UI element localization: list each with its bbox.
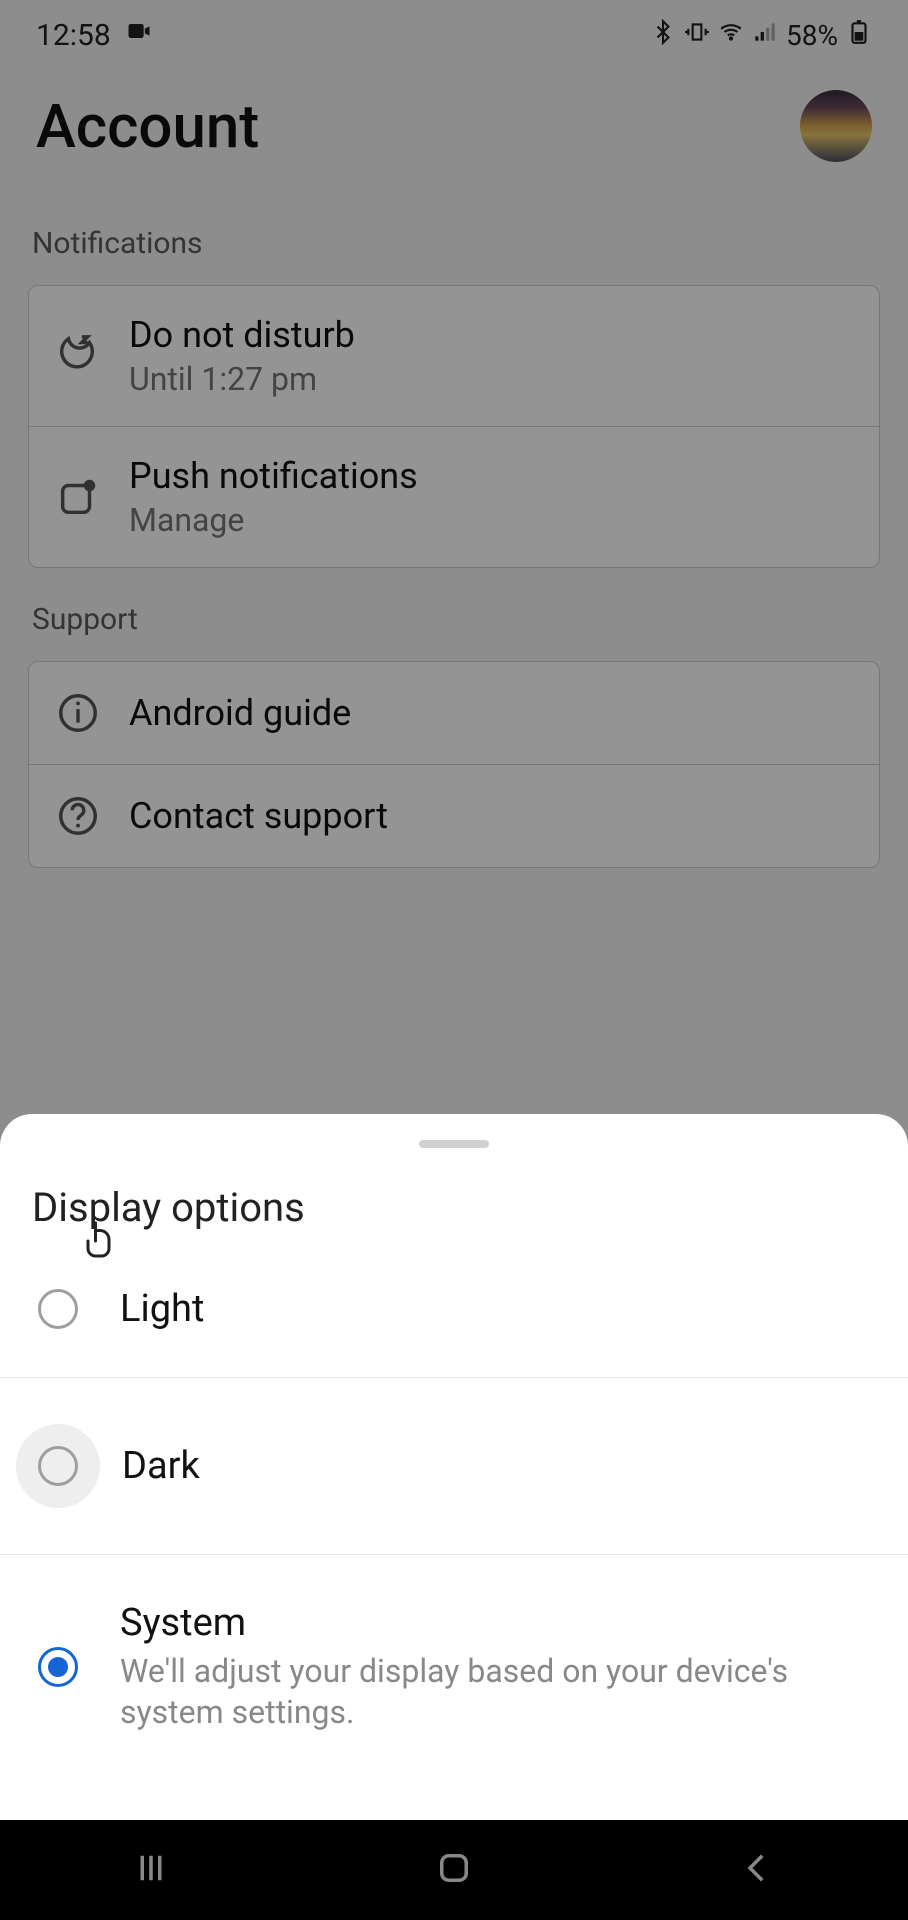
back-button[interactable] bbox=[736, 1847, 778, 1893]
option-light[interactable]: Light bbox=[0, 1241, 908, 1378]
home-button[interactable] bbox=[433, 1847, 475, 1893]
option-dark[interactable]: Dark bbox=[0, 1378, 908, 1555]
radio-dark[interactable] bbox=[38, 1446, 78, 1486]
radio-light[interactable] bbox=[38, 1289, 78, 1329]
option-system[interactable]: System We'll adjust your display based o… bbox=[0, 1555, 908, 1780]
option-dark-label: Dark bbox=[122, 1444, 200, 1488]
option-system-sub: We'll adjust your display based on your … bbox=[120, 1651, 870, 1734]
android-navbar bbox=[0, 1820, 908, 1920]
recents-button[interactable] bbox=[130, 1847, 172, 1893]
display-options-sheet: Display options Light Dark System We'll … bbox=[0, 1114, 908, 1820]
radio-system[interactable] bbox=[38, 1647, 78, 1687]
drag-handle[interactable] bbox=[419, 1140, 489, 1148]
option-system-label: System bbox=[120, 1601, 870, 1645]
sheet-title: Display options bbox=[0, 1166, 908, 1241]
pointer-cursor-icon bbox=[82, 1220, 118, 1264]
option-light-label: Light bbox=[120, 1287, 204, 1331]
